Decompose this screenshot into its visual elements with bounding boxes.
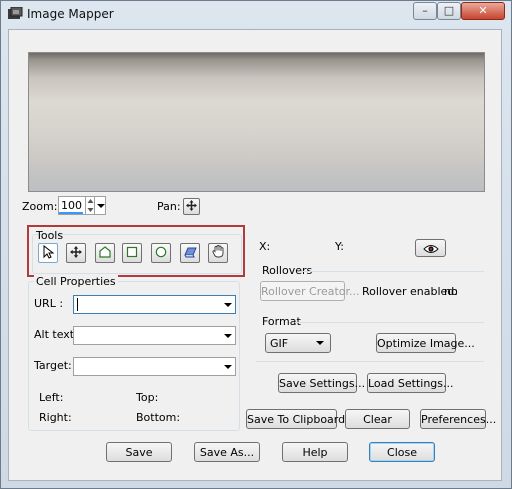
tool-rectangle[interactable]	[122, 243, 142, 263]
move-icon	[186, 199, 197, 214]
x-coord-label: X:	[259, 240, 271, 253]
url-label: URL :	[34, 297, 64, 310]
format-selected-value: GIF	[270, 337, 289, 350]
alt-text-dropdown-arrow[interactable]	[221, 327, 235, 344]
zoom-field[interactable]: 100	[58, 196, 106, 215]
clear-button[interactable]: Clear	[345, 409, 410, 429]
zoom-label: Zoom:	[22, 200, 58, 213]
y-coord-label: Y:	[335, 240, 344, 253]
alt-text-combo[interactable]	[73, 326, 236, 345]
pan-button[interactable]	[183, 198, 200, 215]
load-settings-button[interactable]: Load Settings...	[367, 373, 454, 393]
bottom-label: Bottom:	[136, 411, 181, 424]
top-label: Top:	[136, 391, 159, 404]
minimize-button[interactable]: –	[413, 2, 437, 20]
polygon-icon	[99, 245, 111, 261]
help-button[interactable]: Help	[282, 442, 348, 462]
app-icon	[7, 6, 23, 21]
eye-icon	[422, 244, 439, 257]
target-dropdown-arrow[interactable]	[221, 358, 235, 375]
zoom-underline	[59, 212, 83, 214]
arrow-select-icon	[42, 244, 55, 262]
maximize-button[interactable]: □	[437, 2, 461, 20]
target-label: Target:	[34, 359, 72, 372]
url-combo[interactable]	[73, 295, 236, 314]
rollover-enabled-value: no	[444, 285, 458, 298]
save-as-button[interactable]: Save As...	[194, 442, 260, 462]
circle-icon	[155, 246, 167, 261]
rollover-creator-button[interactable]: Rollover Creator...	[260, 281, 360, 301]
right-label: Right:	[39, 411, 72, 424]
tool-select[interactable]	[38, 243, 58, 263]
tool-circle[interactable]	[151, 243, 171, 263]
eraser-icon	[183, 246, 197, 261]
close-window-button[interactable]: ✕	[461, 2, 505, 20]
alt-text-label: Alt text:	[34, 328, 78, 341]
rectangle-icon	[126, 246, 138, 261]
window-title: Image Mapper	[27, 7, 114, 21]
preview-button[interactable]	[415, 239, 446, 257]
format-dropdown-arrow[interactable]	[313, 334, 327, 352]
pan-label: Pan:	[157, 200, 181, 213]
format-select[interactable]: GIF	[265, 333, 331, 353]
cell-properties-title: Cell Properties	[34, 275, 118, 288]
text-cursor	[77, 298, 78, 311]
tool-move[interactable]	[66, 243, 86, 263]
close-button[interactable]: Close	[369, 442, 435, 462]
preferences-button[interactable]: Preferences...	[420, 409, 496, 429]
optimize-image-button[interactable]: Optimize Image...	[376, 333, 475, 353]
hand-icon	[212, 245, 224, 261]
left-label: Left:	[39, 391, 64, 404]
save-settings-button[interactable]: Save Settings...	[278, 373, 365, 393]
tool-polygon[interactable]	[95, 243, 115, 263]
tool-eraser[interactable]	[180, 243, 200, 263]
save-button[interactable]: Save	[106, 442, 172, 462]
tool-hand[interactable]	[208, 243, 228, 263]
image-preview[interactable]	[28, 52, 485, 192]
url-dropdown-arrow[interactable]	[221, 296, 235, 313]
rollovers-separator	[300, 271, 484, 272]
target-combo[interactable]	[73, 357, 236, 376]
zoom-dropdown-arrow[interactable]	[94, 197, 106, 214]
zoom-value: 100	[61, 199, 82, 212]
save-to-clipboard-button[interactable]: Save To Clipboard...	[246, 409, 356, 429]
format-separator	[295, 322, 484, 323]
format-bottom-separator	[256, 361, 484, 362]
move-icon	[70, 245, 82, 261]
